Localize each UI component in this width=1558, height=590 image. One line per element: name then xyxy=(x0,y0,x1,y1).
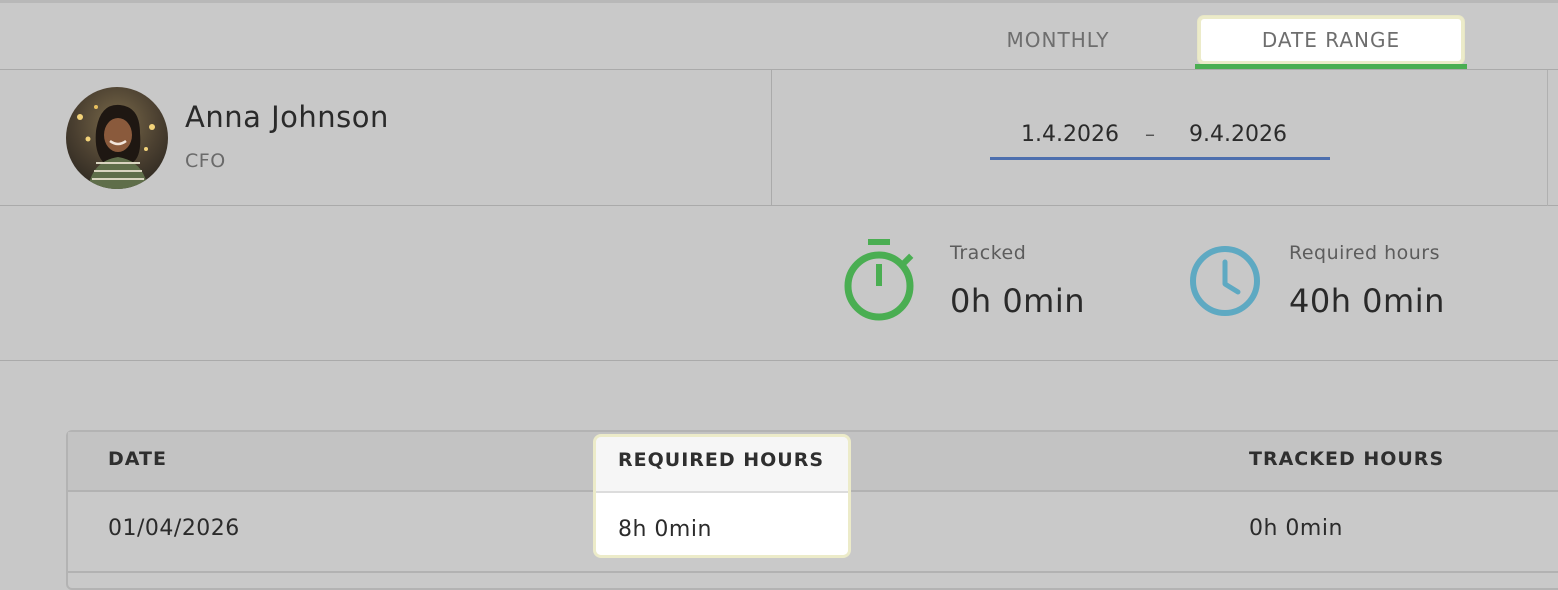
date-range-picker[interactable]: 1.4.2026 – 9.4.2026 xyxy=(990,118,1330,160)
divider xyxy=(1547,70,1548,206)
column-header-required-hours[interactable]: REQUIRED HOURS xyxy=(618,449,824,471)
table-cell-date: 01/04/2026 xyxy=(108,516,240,541)
required-hours-column-highlight: REQUIRED HOURS 8h 0min xyxy=(593,434,851,558)
column-header-date[interactable]: DATE xyxy=(108,448,167,470)
date-range-start[interactable]: 1.4.2026 xyxy=(1021,122,1119,147)
divider xyxy=(68,571,1558,573)
date-range-end[interactable]: 9.4.2026 xyxy=(1189,122,1287,147)
tracked-value: 0h 0min xyxy=(950,282,1086,320)
date-range-separator: – xyxy=(1145,122,1155,146)
active-tab-indicator xyxy=(1195,64,1467,69)
stopwatch-icon xyxy=(840,236,920,328)
tab-date-range[interactable]: DATE RANGE xyxy=(1198,16,1464,64)
required-hours-label: Required hours xyxy=(1289,242,1441,264)
required-hours-value: 40h 0min xyxy=(1289,282,1445,320)
avatar xyxy=(66,87,168,189)
tracked-label: Tracked xyxy=(950,242,1027,264)
clock-icon xyxy=(1188,244,1262,318)
divider xyxy=(771,70,772,206)
table-cell-tracked-hours: 0h 0min xyxy=(1249,516,1343,541)
table-cell-required-hours: 8h 0min xyxy=(618,517,712,542)
employee-role: CFO xyxy=(185,150,226,172)
tab-monthly[interactable]: MONTHLY xyxy=(960,16,1156,64)
column-header-tracked-hours[interactable]: TRACKED HOURS xyxy=(1249,448,1444,470)
employee-name: Anna Johnson xyxy=(185,100,389,134)
